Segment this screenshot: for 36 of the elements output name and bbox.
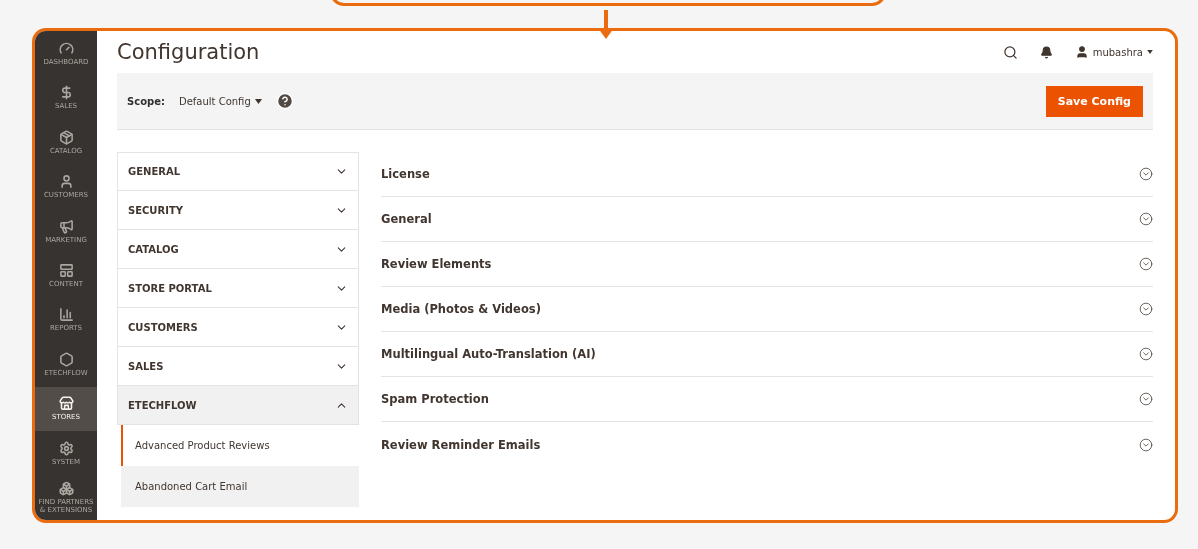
circle-chevron-down-icon [1139, 212, 1153, 226]
search-icon[interactable] [1002, 44, 1018, 60]
config-nav-item[interactable]: SECURITY [117, 191, 359, 230]
gear-icon [58, 440, 74, 456]
config-nav-item[interactable]: GENERAL [117, 152, 359, 191]
config-nav-item[interactable]: CATALOG [117, 230, 359, 269]
bar-chart-icon [58, 307, 74, 323]
user-menu[interactable]: mubashra [1074, 45, 1153, 59]
box-icon [58, 129, 74, 145]
gauge-icon [58, 40, 74, 56]
circle-chevron-down-icon [1139, 437, 1153, 452]
circle-chevron-down-icon [1139, 302, 1153, 316]
save-config-button[interactable]: Save Config [1045, 85, 1143, 117]
help-icon[interactable] [275, 92, 294, 110]
circle-chevron-down-icon [1139, 167, 1153, 181]
store-icon [58, 396, 74, 412]
user-icon [1074, 45, 1089, 59]
page-title: Configuration [117, 40, 260, 64]
circle-chevron-down-icon [1139, 347, 1153, 361]
scope-label: Scope: [127, 95, 165, 107]
caret-icon [254, 98, 262, 104]
circle-chevron-down-icon [1139, 392, 1153, 406]
config-nav-subitem[interactable]: Abandoned Cart Email [121, 466, 359, 507]
circle-chevron-down-icon [1139, 257, 1153, 271]
config-nav-item[interactable]: ETECHFLOW [117, 386, 359, 425]
layout-icon [58, 263, 74, 278]
scope-dropdown[interactable]: Default Config [178, 95, 262, 107]
config-nav-item[interactable]: STORE PORTAL [117, 269, 359, 308]
config-nav-item[interactable]: SALES [117, 347, 359, 386]
config-nav-item[interactable]: CUSTOMERS [117, 308, 359, 347]
bell-icon[interactable] [1039, 45, 1053, 59]
megaphone-icon [58, 218, 74, 234]
hexagon-icon [58, 351, 74, 367]
person-icon [58, 174, 74, 190]
boxes-icon [58, 481, 74, 497]
caret-icon [1147, 50, 1153, 54]
